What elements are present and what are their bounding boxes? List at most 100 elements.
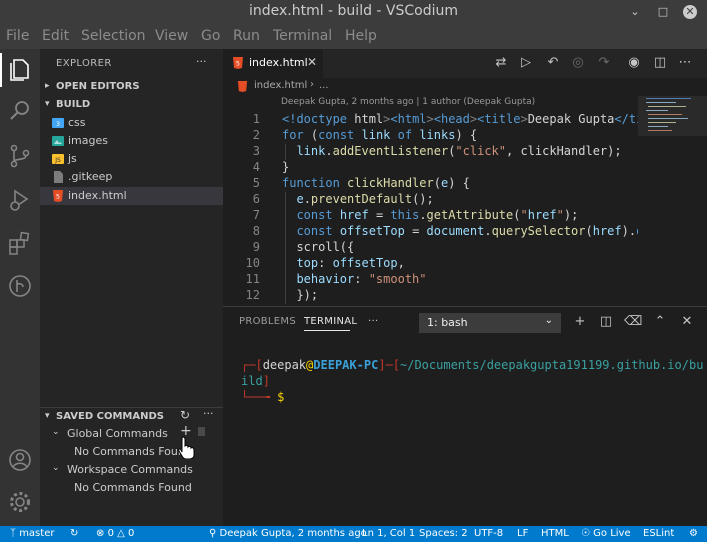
go-live-item[interactable]: ☉ Go Live bbox=[581, 528, 631, 539]
minimap-line bbox=[648, 114, 682, 115]
terminal-panel: PROBLEMS TERMINAL ··· 1: bash ⌄ + ◫ ⌫ ⌃ … bbox=[223, 306, 707, 527]
warning-icon: △ bbox=[117, 528, 125, 539]
code-editor[interactable]: 1 2 3 4 5 6 7 8 9 10 11 12 <!doctype htm… bbox=[223, 110, 638, 306]
terminal-input-line[interactable]: └──╼ $ bbox=[241, 390, 284, 404]
branch-item[interactable]: ᛉ master bbox=[10, 528, 54, 539]
chevron-down-icon: ⌄ bbox=[52, 463, 60, 473]
more-actions-icon[interactable]: ⋯ bbox=[677, 55, 693, 71]
code-line: } bbox=[282, 160, 290, 174]
saved-commands-section[interactable]: ▾ SAVED COMMANDS bbox=[40, 408, 223, 426]
tab-terminal[interactable]: TERMINAL bbox=[304, 316, 357, 327]
terminal-select[interactable]: 1: bash ⌄ bbox=[419, 313, 561, 333]
cursor-position[interactable]: Ln 1, Col 1 bbox=[362, 528, 415, 539]
search-icon[interactable] bbox=[6, 97, 34, 125]
previous-change-icon[interactable]: ◎ bbox=[570, 55, 586, 71]
indentation[interactable]: Spaces: 2 bbox=[419, 528, 468, 539]
files-icon[interactable] bbox=[6, 55, 34, 83]
svg-text:3: 3 bbox=[56, 121, 60, 128]
tab-index-html[interactable]: 5 index.html ✕ bbox=[223, 49, 323, 78]
git-graph-icon[interactable] bbox=[6, 272, 34, 300]
split-terminal-icon[interactable]: ◫ bbox=[598, 314, 614, 330]
indent-guide bbox=[285, 192, 286, 304]
maximize-icon[interactable]: □ bbox=[656, 5, 670, 19]
minimap[interactable] bbox=[638, 96, 707, 306]
svg-text:JS: JS bbox=[54, 157, 61, 164]
terminal-path: ~/Documents/deepakgupta191199.github.io/… bbox=[400, 358, 704, 372]
menu-edit[interactable]: Edit bbox=[42, 28, 69, 44]
menu-selection[interactable]: Selection bbox=[81, 28, 146, 44]
minimize-icon[interactable]: ⌄ bbox=[628, 5, 642, 19]
tree-item-css[interactable]: 3 css bbox=[40, 114, 223, 132]
explorer-sidebar: EXPLORER ··· ▸ OPEN EDITORS ▾ BUILD 3 cs… bbox=[40, 49, 223, 526]
code-line: const href = this.getAttribute("href"); bbox=[296, 208, 579, 222]
menu-terminal[interactable]: Terminal bbox=[273, 28, 332, 44]
run-icon[interactable]: ▷ bbox=[518, 55, 534, 71]
run-debug-icon[interactable] bbox=[6, 186, 34, 214]
codelens-blame[interactable]: Deepak Gupta, 2 months ago | 1 author (D… bbox=[281, 97, 535, 107]
explorer-more-button[interactable]: ··· bbox=[196, 55, 207, 68]
menu-file[interactable]: File bbox=[6, 28, 29, 44]
line-number: 4 bbox=[252, 160, 260, 174]
blame-item[interactable]: ⚲ Deepak Gupta, 2 months ago bbox=[209, 528, 367, 539]
clipboard-icon[interactable] bbox=[198, 427, 205, 436]
notifications-icon[interactable]: ⚙ bbox=[689, 528, 698, 539]
sync-icon[interactable]: ↻ bbox=[70, 528, 78, 539]
eol[interactable]: LF bbox=[517, 528, 528, 539]
minimap-line bbox=[648, 130, 672, 131]
tree-item-js[interactable]: JS js bbox=[40, 150, 223, 168]
panel-more-button[interactable]: ··· bbox=[368, 316, 378, 327]
settings-gear-icon[interactable] bbox=[6, 488, 34, 516]
workspace-commands-group[interactable]: ⌄ Workspace Commands bbox=[40, 461, 223, 479]
close-tab-icon[interactable]: ✕ bbox=[307, 55, 317, 69]
menu-go[interactable]: Go bbox=[201, 28, 220, 44]
tree-item-gitkeep[interactable]: .gitkeep bbox=[40, 168, 223, 186]
line-number: 1 bbox=[252, 112, 260, 126]
close-panel-icon[interactable]: ✕ bbox=[679, 314, 695, 330]
tree-item-index-html[interactable]: 5 index.html bbox=[40, 187, 223, 205]
minimap-line bbox=[646, 98, 691, 99]
list-item: No Commands Found bbox=[74, 481, 192, 494]
split-editor-icon[interactable]: ◫ bbox=[652, 55, 668, 71]
account-icon[interactable] bbox=[6, 446, 34, 474]
go-back-icon[interactable]: ↶ bbox=[545, 55, 561, 71]
breadcrumb-file[interactable]: index.html bbox=[254, 80, 307, 91]
saved-commands-more-button[interactable]: ··· bbox=[203, 407, 214, 420]
error-icon: ⊗ bbox=[96, 528, 105, 539]
line-number: 9 bbox=[252, 240, 260, 254]
build-folder-section[interactable]: ▾ BUILD bbox=[40, 96, 223, 114]
menu-view[interactable]: View bbox=[155, 28, 188, 44]
minimap-line bbox=[648, 118, 688, 119]
breadcrumb-more[interactable]: ... bbox=[319, 80, 329, 91]
minimap-line bbox=[646, 102, 676, 103]
source-control-icon[interactable] bbox=[6, 142, 34, 170]
extensions-icon[interactable] bbox=[6, 229, 34, 257]
close-window-icon[interactable]: ✕ bbox=[683, 5, 697, 19]
breadcrumb: index.html › ... bbox=[223, 78, 707, 96]
maximize-panel-icon[interactable]: ⌃ bbox=[652, 314, 668, 330]
tab-problems[interactable]: PROBLEMS bbox=[239, 316, 296, 327]
html5-icon: 5 bbox=[233, 57, 243, 69]
new-terminal-icon[interactable]: + bbox=[572, 314, 588, 330]
encoding[interactable]: UTF-8 bbox=[474, 528, 503, 539]
next-change-icon[interactable]: ↷ bbox=[596, 55, 612, 71]
git-lens-icon[interactable]: ◉ bbox=[626, 55, 642, 71]
trash-icon[interactable]: ⌫ bbox=[624, 314, 642, 330]
title-bar: index.html - build - VSCodium ⌄ □ ✕ bbox=[0, 0, 707, 25]
chevron-down-icon: ⌄ bbox=[544, 315, 553, 326]
open-editors-section[interactable]: ▸ OPEN EDITORS bbox=[40, 78, 223, 96]
refresh-icon[interactable]: ↻ bbox=[180, 408, 190, 422]
open-changes-icon[interactable]: ⇄ bbox=[493, 55, 509, 71]
line-number: 8 bbox=[252, 224, 260, 238]
window-title: index.html - build - VSCodium bbox=[248, 3, 459, 19]
menu-run[interactable]: Run bbox=[233, 28, 260, 44]
line-number: 3 bbox=[252, 144, 260, 158]
terminal-host: DEEPAK-PC bbox=[313, 358, 379, 372]
eslint-item[interactable]: ESLint bbox=[643, 528, 674, 539]
language-mode[interactable]: HTML bbox=[541, 528, 569, 539]
chevron-down-icon: ▾ bbox=[45, 99, 50, 109]
line-number: 5 bbox=[252, 176, 260, 190]
menu-help[interactable]: Help bbox=[345, 28, 377, 44]
chevron-right-icon: › bbox=[310, 79, 314, 90]
tree-item-images[interactable]: images bbox=[40, 132, 223, 150]
problems-item[interactable]: ⊗ 0 △ 0 bbox=[96, 528, 134, 539]
